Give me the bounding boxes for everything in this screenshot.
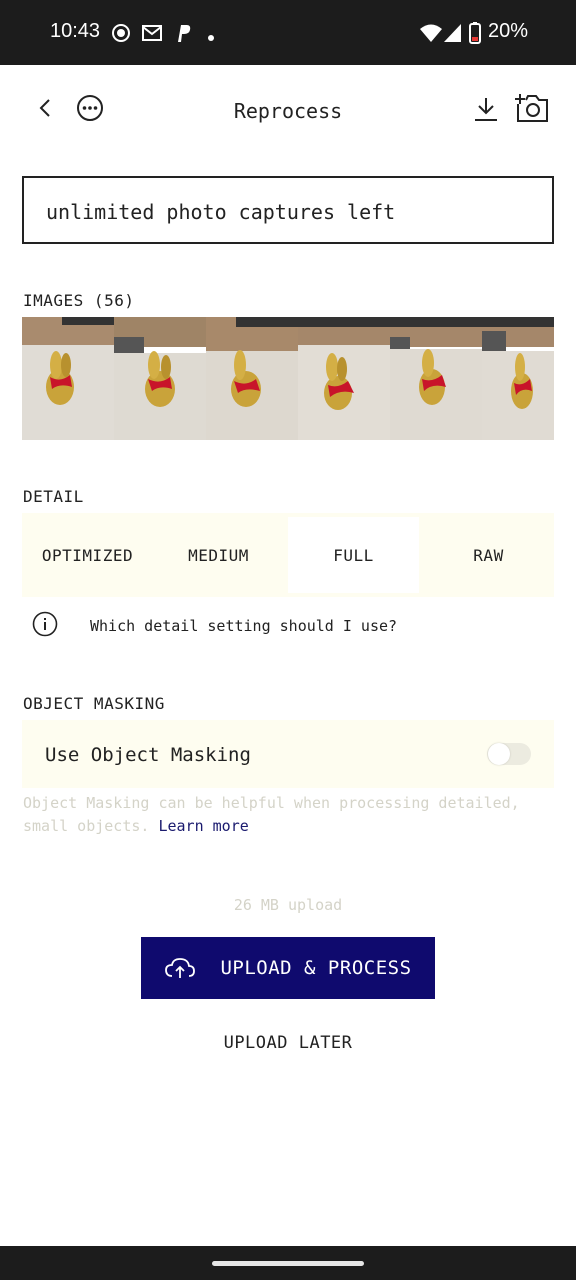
upload-and-process-button[interactable]: UPLOAD & PROCESS: [141, 937, 435, 999]
add-photos-button[interactable]: [512, 93, 550, 127]
status-bar: 10:43 20%: [0, 0, 576, 65]
object-masking-description: Object Masking can be helpful when proce…: [23, 792, 543, 838]
object-masking-label: OBJECT MASKING: [23, 694, 165, 713]
detail-option-medium[interactable]: MEDIUM: [153, 513, 284, 597]
images-label: IMAGES (56): [23, 291, 135, 310]
captures-remaining-text: unlimited photo captures left: [46, 200, 396, 224]
upload-later-button[interactable]: UPLOAD LATER: [0, 1033, 576, 1053]
image-thumbnail[interactable]: [298, 317, 390, 440]
image-strip[interactable]: [22, 317, 554, 440]
detail-help-text: Which detail setting should I use?: [90, 617, 398, 635]
detail-label: DETAIL: [23, 487, 84, 506]
detail-selector: OPTIMIZED MEDIUM FULL RAW: [22, 513, 554, 597]
toggle-knob: [488, 743, 510, 765]
home-handle[interactable]: [212, 1261, 364, 1266]
battery-percent: 20%: [488, 20, 529, 42]
upload-and-process-label: UPLOAD & PROCESS: [220, 957, 412, 979]
captures-remaining-box: unlimited photo captures left: [22, 176, 554, 244]
cloud-upload-icon: [164, 956, 196, 980]
object-masking-toggle[interactable]: [487, 743, 531, 765]
dot-icon: [207, 29, 215, 47]
image-thumbnail[interactable]: [482, 317, 554, 440]
wifi-icon: [419, 22, 443, 49]
add-camera-icon: [513, 92, 549, 128]
paypal-icon: [173, 22, 193, 49]
learn-more-link[interactable]: Learn more: [158, 817, 248, 835]
status-time: 10:43: [50, 20, 101, 42]
system-nav-bar: [0, 1246, 576, 1280]
image-thumbnail[interactable]: [390, 317, 482, 440]
detail-help-link[interactable]: Which detail setting should I use?: [32, 611, 398, 641]
info-icon: [32, 611, 58, 641]
app-header: Reprocess: [0, 65, 576, 155]
mail-icon: [141, 22, 163, 49]
download-button[interactable]: [470, 95, 502, 127]
object-masking-row: Use Object Masking: [22, 720, 554, 788]
image-thumbnail[interactable]: [114, 317, 206, 440]
image-thumbnail[interactable]: [206, 317, 298, 440]
object-masking-description-text: Object Masking can be helpful when proce…: [23, 794, 520, 835]
signal-icon: [443, 22, 463, 49]
image-thumbnail[interactable]: [22, 317, 114, 440]
detail-option-raw[interactable]: RAW: [423, 513, 554, 597]
detail-option-optimized[interactable]: OPTIMIZED: [22, 513, 153, 597]
object-masking-toggle-label: Use Object Masking: [45, 744, 251, 766]
download-icon: [473, 95, 499, 127]
battery-icon: [469, 22, 481, 49]
upload-size-text: 26 MB upload: [233, 896, 343, 914]
record-icon: [110, 22, 132, 49]
detail-option-full[interactable]: FULL: [288, 517, 419, 593]
